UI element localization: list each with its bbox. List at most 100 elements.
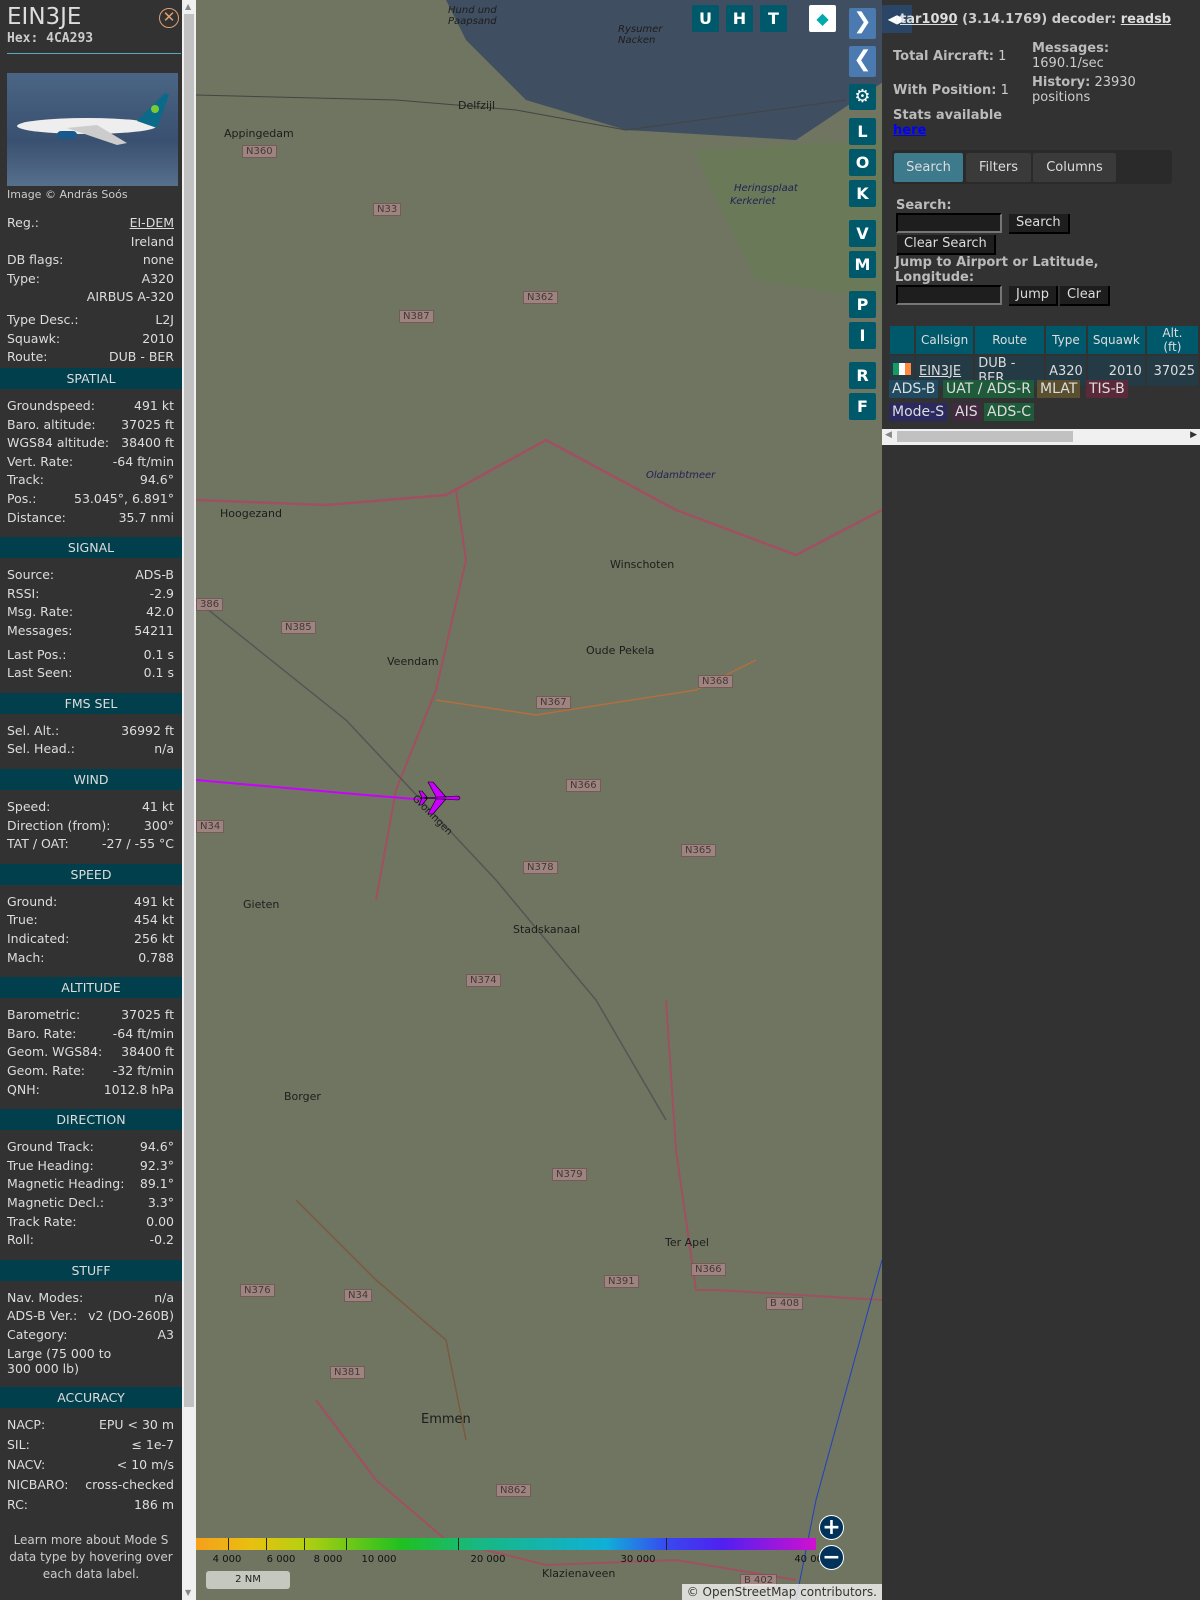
row-label[interactable]: SIL: <box>7 1437 30 1452</box>
map-button-o[interactable]: O <box>849 149 876 176</box>
row-label[interactable]: Nav. Modes: <box>7 1290 83 1305</box>
row-label[interactable]: Sel. Alt.: <box>7 723 59 738</box>
decoder-link[interactable]: readsb <box>1121 12 1171 27</box>
scroll-thumb[interactable] <box>897 431 1073 442</box>
column-header[interactable]: Alt. (ft) <box>1146 326 1198 354</box>
search-button[interactable]: Search <box>1009 214 1070 234</box>
aircraft-marker-icon[interactable] <box>418 780 462 816</box>
row-label[interactable]: NACP: <box>7 1417 45 1432</box>
row-label[interactable]: WGS84 altitude: <box>7 435 109 450</box>
row-label[interactable]: True Heading: <box>7 1158 94 1173</box>
row-label: Reg.: <box>7 215 39 230</box>
row-value[interactable]: EI-DEM <box>130 215 174 230</box>
legend-ads-b: ADS-B <box>889 380 939 398</box>
tab-columns[interactable]: Columns <box>1033 153 1116 182</box>
map-button-v[interactable]: V <box>849 220 876 247</box>
scroll-down-icon[interactable]: ▼ <box>185 1588 191 1597</box>
row-label[interactable]: Geom. WGS84: <box>7 1044 102 1059</box>
scroll-thumb[interactable] <box>184 14 194 1407</box>
stats-link[interactable]: here <box>893 123 926 138</box>
row-label[interactable]: Messages: <box>7 623 73 638</box>
row-label[interactable]: Indicated: <box>7 931 69 946</box>
app-link[interactable]: tar1090 <box>900 12 958 27</box>
map-button-u[interactable]: U <box>692 5 719 32</box>
row-label[interactable]: Groundspeed: <box>7 398 95 413</box>
map-button-r[interactable]: R <box>849 362 876 389</box>
map-button-i[interactable]: I <box>849 322 876 349</box>
colorbar-label: 10 000 <box>361 1554 397 1565</box>
data-row: Source: ADS-B <box>7 567 174 582</box>
scroll-up-icon[interactable]: ▲ <box>185 2 191 11</box>
row-label[interactable]: Category: <box>7 1327 67 1342</box>
chevron-left-icon[interactable]: ❮ <box>849 46 876 77</box>
column-header[interactable]: Squawk <box>1087 326 1145 354</box>
clear-search-button[interactable]: Clear Search <box>897 235 996 255</box>
map-attribution[interactable]: © OpenStreetMap contributors. <box>681 1584 882 1600</box>
row-label[interactable]: Sel. Head.: <box>7 741 75 756</box>
jump-input[interactable] <box>896 285 1002 305</box>
jump-button[interactable]: Jump <box>1009 286 1058 306</box>
zoom-in-icon[interactable]: + <box>819 1515 844 1540</box>
close-icon[interactable]: ✕ <box>159 8 179 28</box>
row-label[interactable]: TAT / OAT: <box>7 836 69 851</box>
map-button-l[interactable]: L <box>849 118 876 145</box>
row-label[interactable]: ADS-B Ver.: <box>7 1308 77 1323</box>
row-label[interactable]: True: <box>7 912 38 927</box>
row-label[interactable]: Direction (from): <box>7 818 111 833</box>
zoom-out-icon[interactable]: − <box>819 1545 844 1570</box>
row-label[interactable]: Source: <box>7 567 54 582</box>
row-label[interactable]: Magnetic Decl.: <box>7 1195 104 1210</box>
row-label[interactable]: Pos.: <box>7 491 36 506</box>
row-label[interactable]: Msg. Rate: <box>7 604 73 619</box>
row-label[interactable]: NACV: <box>7 1457 45 1472</box>
road-label: N379 <box>552 1168 587 1181</box>
column-header[interactable] <box>890 326 914 354</box>
clear-button[interactable]: Clear <box>1060 286 1110 306</box>
table-horizontal-scrollbar[interactable]: ◀ ▶ <box>882 429 1200 445</box>
row-label[interactable]: Last Seen: <box>7 665 72 680</box>
row-label[interactable]: Baro. Rate: <box>7 1026 76 1041</box>
layers-icon[interactable]: ◆ <box>809 5 836 32</box>
row-label[interactable]: Track: <box>7 472 44 487</box>
data-row: NACV: < 10 m/s <box>7 1457 174 1472</box>
row-label[interactable]: Barometric: <box>7 1007 80 1022</box>
map-button-f[interactable]: F <box>849 393 876 420</box>
row-label[interactable]: Ground: <box>7 894 57 909</box>
row-label[interactable]: RSSI: <box>7 586 39 601</box>
map-button-p[interactable]: P <box>849 291 876 318</box>
row-label[interactable]: Baro. altitude: <box>7 417 96 432</box>
row-label[interactable]: Mach: <box>7 950 44 965</box>
row-label[interactable]: QNH: <box>7 1082 40 1097</box>
column-header[interactable]: Type <box>1046 326 1086 354</box>
column-header[interactable]: Route <box>975 326 1045 354</box>
chevron-right-icon[interactable]: ❯ <box>849 8 876 39</box>
panel-scrollbar[interactable]: ▲ ▼ <box>182 0 196 1600</box>
map-button-t[interactable]: T <box>760 5 787 32</box>
row-label[interactable]: NICBARO: <box>7 1477 68 1492</box>
search-input[interactable] <box>896 213 1002 233</box>
column-header[interactable]: Callsign <box>916 326 974 354</box>
row-label[interactable]: Speed: <box>7 799 50 814</box>
row-label[interactable]: Ground Track: <box>7 1139 94 1154</box>
callsign-link[interactable]: EIN3JE <box>919 364 961 379</box>
tab-search[interactable]: Search <box>894 153 963 182</box>
map-view[interactable]: Delfzijl Appingedam Hoogezand Winschoten… <box>196 0 882 1600</box>
row-label[interactable]: Magnetic Heading: <box>7 1176 124 1191</box>
settings-gear-icon[interactable]: ⚙ <box>849 84 876 110</box>
app-header: tar1090 (3.14.1769) decoder: readsb <box>900 12 1171 27</box>
row-label[interactable]: Vert. Rate: <box>7 454 73 469</box>
scroll-left-icon[interactable]: ◀ <box>885 430 892 440</box>
row-label[interactable]: Distance: <box>7 510 66 525</box>
aircraft-photo[interactable] <box>7 73 178 186</box>
row-value: -0.2 <box>149 1232 174 1248</box>
row-label[interactable]: Last Pos.: <box>7 647 66 662</box>
tab-filters[interactable]: Filters <box>966 153 1031 182</box>
map-button-k[interactable]: K <box>849 180 876 207</box>
map-button-m[interactable]: M <box>849 251 876 278</box>
row-label[interactable]: Roll: <box>7 1232 34 1247</box>
row-label[interactable]: RC: <box>7 1497 28 1512</box>
map-button-h[interactable]: H <box>726 5 753 32</box>
scroll-right-icon[interactable]: ▶ <box>1190 430 1197 440</box>
row-label[interactable]: Geom. Rate: <box>7 1063 85 1078</box>
row-label[interactable]: Track Rate: <box>7 1214 77 1229</box>
